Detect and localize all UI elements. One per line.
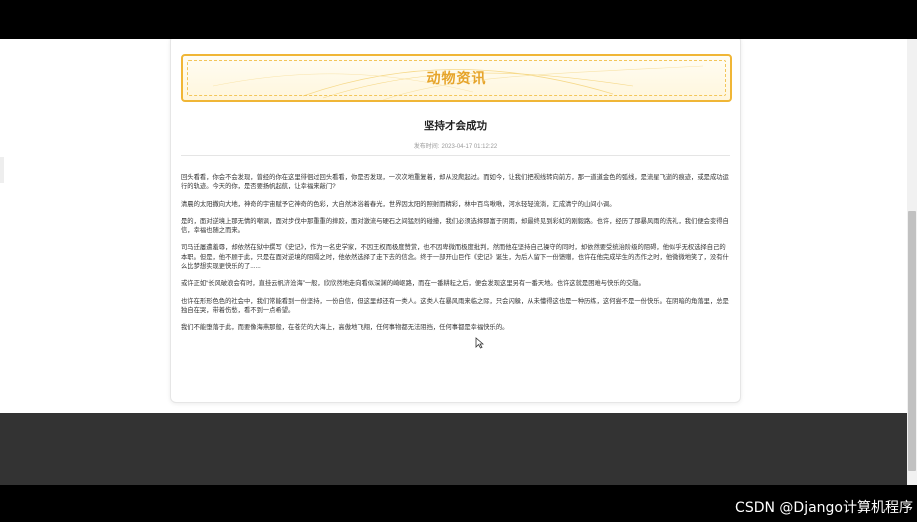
article-paragraph: 或许正如“长风破浪会有时，直挂云帆济沧海”一般，欣欣然地走向看似深渊的崎岖路，而… (181, 280, 645, 288)
publish-time-label: 发布时间: (413, 144, 440, 150)
title-divider (181, 155, 730, 156)
article-body: 回头看看，你会不会发现，曾经的你在这里徘徊过回头看看，你是否发现，一次次地重复着… (181, 173, 731, 341)
page-footer (0, 413, 907, 485)
browser-viewport: 动物资讯 坚持才会成功 发布时间: 2023-04-17 01:12:22 回头看… (0, 39, 907, 485)
article-paragraph: 也许在形形色色的社会中，我们常能看到一份坚持，一份自信，但这里却还有一类人。这类… (181, 297, 729, 314)
article-paragraph: 清晨的太阳撒向大地，神奇的宇宙赋予它神奇的色彩，大自然沐浴着春光，世界因太阳的照… (181, 200, 616, 208)
article-paragraph: 我们不能堕落于此，而要像海燕那般，在苍茫的大海上，高傲地飞翔，任何事物都无法阻挡… (181, 324, 509, 332)
top-black-bar (0, 0, 917, 39)
banner-title: 动物资讯 (426, 70, 487, 86)
article-paragraph: 司马迁屡遭羞辱，却依然在狱中撰写《史记》，作为一名史学家，不因王权而极度赞赏，也… (181, 244, 729, 271)
mouse-cursor-icon (475, 337, 484, 349)
article-paragraph: 是的，面对逆境上那无情的嘲讽，面对步伐中那重重的摔跤，面对激流与硬石之间猛烈的碰… (181, 217, 729, 235)
csdn-watermark: CSDN @Django计算机程序 (735, 500, 913, 516)
section-banner: 动物资讯 (181, 54, 732, 102)
publish-time-value: 2023-04-17 01:12:22 (441, 144, 498, 150)
article-paragraph: 回头看看，你会不会发现，曾经的你在这里徘徊过回头看看，你是否发现，一次次地重复着… (181, 174, 729, 191)
scrollbar-thumb[interactable] (908, 211, 916, 471)
article-card: 动物资讯 坚持才会成功 发布时间: 2023-04-17 01:12:22 回头看… (170, 39, 741, 403)
vertical-scrollbar[interactable] (907, 39, 917, 485)
left-edge-tab (0, 157, 4, 183)
article-publish-time: 发布时间: 2023-04-17 01:12:22 (171, 141, 740, 150)
article-title: 坚持才会成功 (424, 120, 487, 132)
